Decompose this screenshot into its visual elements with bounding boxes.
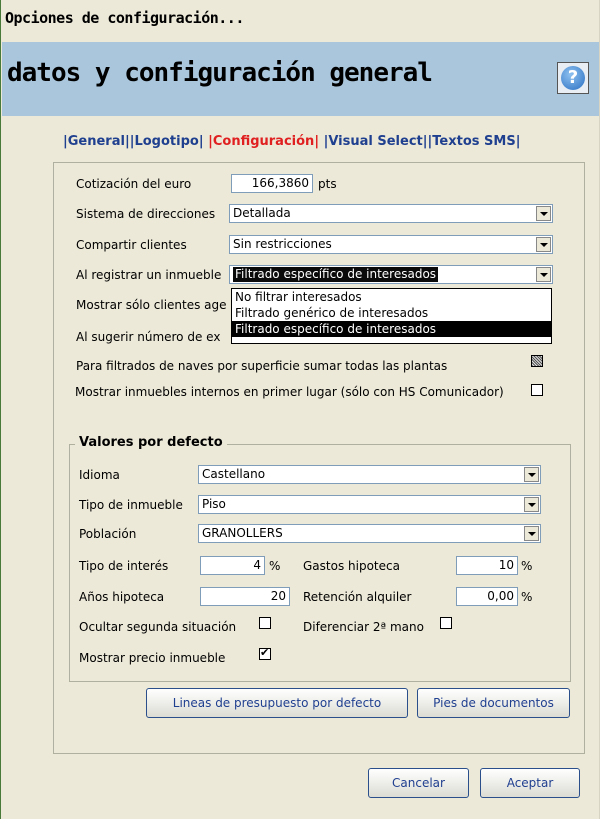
retencion-unit: %: [521, 590, 533, 604]
anos-input[interactable]: 20: [200, 587, 290, 606]
tab-visual-select[interactable]: Visual Select: [328, 134, 422, 149]
diferenciar-checkbox[interactable]: [440, 617, 452, 629]
tab-textos-sms[interactable]: Textos SMS: [432, 134, 515, 149]
ocultar-label: Ocultar segunda situación: [79, 620, 237, 634]
pies-documentos-button[interactable]: Pies de documentos: [417, 688, 570, 718]
naves-checkbox[interactable]: [531, 355, 543, 367]
chevron-down-icon[interactable]: [524, 497, 539, 512]
gastos-unit: %: [521, 559, 533, 573]
cotizacion-unit: pts: [318, 177, 337, 191]
dropdown-option[interactable]: No filtrar interesados: [232, 289, 551, 305]
diferenciar-label: Diferenciar 2ª mano: [303, 620, 424, 634]
defaults-group-title: Valores por defecto: [75, 435, 227, 450]
retencion-input[interactable]: 0,00: [456, 587, 518, 606]
interes-input[interactable]: 4: [200, 556, 265, 575]
ocultar-checkbox[interactable]: [259, 617, 271, 629]
dropdown-option-selected[interactable]: Filtrado específico de interesados: [232, 321, 551, 337]
cancel-button[interactable]: Cancelar: [368, 768, 469, 798]
compartir-label: Compartir clientes: [76, 238, 187, 252]
mostrar-clientes-label: Mostrar sólo clientes age: [76, 298, 227, 312]
registrar-dropdown-list[interactable]: No filtrar interesados Filtrado genérico…: [231, 288, 552, 344]
gastos-input[interactable]: 10: [456, 556, 518, 575]
registrar-select[interactable]: Filtrado específico de interesados: [229, 265, 553, 284]
interes-label: Tipo de interés: [79, 559, 169, 573]
chevron-down-icon[interactable]: [536, 237, 551, 252]
chevron-down-icon[interactable]: [524, 526, 539, 541]
compartir-select[interactable]: Sin restricciones: [229, 235, 553, 254]
internos-checkbox[interactable]: [531, 384, 543, 396]
tab-configuracion[interactable]: |Configuración|: [208, 134, 319, 149]
tipo-select[interactable]: Piso: [198, 495, 541, 514]
cotizacion-label: Cotización del euro: [76, 177, 192, 191]
tab-general[interactable]: General: [68, 134, 125, 149]
naves-label: Para filtrados de naves por superficie s…: [76, 359, 448, 373]
internos-label: Mostrar inmuebles internos en primer lug…: [75, 385, 504, 399]
poblacion-select[interactable]: GRANOLLERS: [198, 524, 541, 543]
poblacion-label: Población: [79, 527, 137, 541]
retencion-label: Retención alquiler: [303, 590, 412, 604]
interes-unit: %: [269, 559, 281, 573]
window-title: Opciones de configuración...: [5, 9, 244, 27]
registrar-label: Al registrar un inmueble: [76, 268, 222, 282]
config-window: Opciones de configuración... datos y con…: [0, 0, 600, 819]
header-banner: datos y configuración general ?: [2, 42, 599, 116]
tab-logotipo[interactable]: Logotipo: [134, 134, 198, 149]
help-icon: ?: [561, 66, 585, 90]
idioma-select[interactable]: Castellano: [198, 465, 541, 484]
title-bar: Opciones de configuración...: [1, 0, 599, 42]
gastos-label: Gastos hipoteca: [303, 559, 400, 573]
sistema-label: Sistema de direcciones: [76, 207, 216, 221]
anos-label: Años hipoteca: [79, 590, 165, 604]
chevron-down-icon[interactable]: [536, 206, 551, 221]
sugerir-label: Al sugerir número de ex: [76, 330, 221, 344]
dropdown-option[interactable]: Filtrado genérico de interesados: [232, 305, 551, 321]
lineas-presupuesto-button[interactable]: Lineas de presupuesto por defecto: [146, 688, 408, 718]
idioma-label: Idioma: [79, 468, 120, 482]
cotizacion-input[interactable]: 166,3860: [231, 174, 313, 193]
accept-button[interactable]: Aceptar: [480, 768, 580, 798]
precio-checkbox[interactable]: [259, 646, 271, 660]
precio-label: Mostrar precio inmueble: [79, 651, 226, 665]
sistema-select[interactable]: Detallada: [229, 204, 553, 223]
chevron-down-icon[interactable]: [536, 267, 551, 282]
tab-bar: |General||Logotipo| |Configuración| |Vis…: [63, 134, 521, 149]
help-button[interactable]: ?: [557, 62, 589, 94]
chevron-down-icon[interactable]: [524, 467, 539, 482]
page-title: datos y configuración general: [7, 58, 433, 88]
tipo-label: Tipo de inmueble: [79, 498, 183, 512]
